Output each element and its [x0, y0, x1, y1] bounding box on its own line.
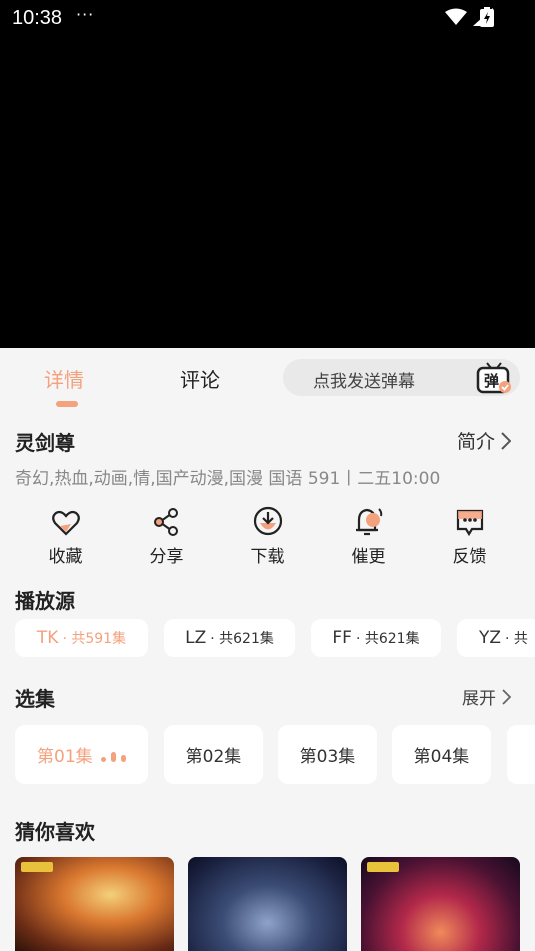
episode-label: 第03集 — [299, 747, 356, 767]
intro-label: 简介 — [456, 431, 495, 453]
favorite-button[interactable]: 收藏 — [15, 500, 116, 567]
episode-item[interactable]: 第03集 — [278, 725, 377, 784]
status-time: 10:38 — [12, 7, 63, 29]
episode-item[interactable] — [507, 725, 535, 784]
danmu-tv-icon[interactable]: 弹 — [476, 361, 512, 395]
bell-icon — [355, 508, 382, 536]
urge-update-button[interactable]: 催更 — [318, 500, 419, 567]
episodes-title: 选集 — [15, 687, 55, 711]
recommend-title: 猜你喜欢 — [15, 820, 95, 844]
tab-comment[interactable]: 评论 — [180, 364, 220, 393]
expand-episodes-button[interactable]: 展开 — [462, 684, 511, 709]
source-code: LZ — [185, 628, 207, 648]
source-item-ff[interactable]: FF · 共621集 — [311, 619, 441, 657]
source-count: · 共 — [505, 631, 528, 647]
favorite-label: 收藏 — [48, 547, 83, 567]
download-label: 下载 — [250, 547, 285, 567]
recommend-card[interactable] — [188, 857, 347, 951]
share-label: 分享 — [149, 547, 184, 567]
recommend-card[interactable] — [15, 857, 174, 951]
episode-label: 第04集 — [413, 747, 470, 767]
status-dots: ··· — [76, 5, 95, 24]
episode-label: 第02集 — [185, 747, 242, 767]
recommend-card[interactable] — [361, 857, 520, 951]
tab-active-indicator — [56, 401, 78, 407]
heart-icon — [51, 510, 80, 536]
danmu-input[interactable]: 点我发送弹幕 弹 — [283, 359, 520, 396]
feedback-label: 反馈 — [452, 547, 487, 567]
status-bar: 10:38 ··· — [0, 0, 535, 38]
episode-item[interactable]: 第02集 — [164, 725, 263, 784]
source-code: FF — [332, 628, 352, 648]
episode-list: 第01集 第02集 第03集 第04集 — [0, 725, 535, 785]
urge-update-label: 催更 — [351, 547, 386, 567]
source-list: TK · 共591集 LZ · 共621集 FF · 共621集 YZ · 共 — [0, 619, 535, 659]
platform-badge — [367, 862, 399, 872]
source-item-lz[interactable]: LZ · 共621集 — [164, 619, 295, 657]
source-count: · 共621集 — [210, 631, 274, 647]
show-title: 灵剑尊 — [15, 431, 75, 455]
action-row: 收藏 分享 下载 催更 反馈 — [15, 500, 520, 570]
chevron-right-icon — [501, 431, 511, 450]
recommend-list — [0, 857, 535, 951]
sources-title: 播放源 — [15, 589, 75, 613]
expand-label: 展开 — [462, 689, 496, 709]
source-item-tk[interactable]: TK · 共591集 — [15, 619, 148, 657]
share-button[interactable]: 分享 — [116, 500, 217, 567]
download-button[interactable]: 下载 — [217, 500, 318, 567]
source-count: · 共621集 — [355, 631, 420, 647]
chevron-right-icon — [502, 688, 511, 705]
share-icon — [153, 508, 178, 536]
show-meta: 奇幻,热血,动画,情,国产动漫,国漫 国语 591丨二五10:00 — [15, 469, 441, 489]
episode-label: 第01集 — [37, 747, 93, 767]
battery-icon — [480, 7, 494, 27]
tab-detail[interactable]: 详情 — [44, 364, 84, 393]
source-code: TK — [36, 628, 59, 648]
episode-item[interactable]: 第01集 — [15, 725, 148, 784]
download-icon — [253, 506, 282, 536]
source-item-yz[interactable]: YZ · 共 — [457, 619, 535, 657]
source-count: · 共591集 — [62, 631, 127, 647]
source-code: YZ — [479, 628, 502, 648]
video-player[interactable] — [0, 0, 535, 348]
feedback-button[interactable]: 反馈 — [419, 500, 520, 567]
danmu-placeholder: 点我发送弹幕 — [313, 372, 415, 392]
intro-link[interactable]: 简介 — [457, 427, 511, 454]
platform-badge — [21, 862, 53, 872]
wifi-icon — [445, 8, 467, 25]
playing-indicator-icon — [100, 748, 126, 762]
feedback-icon — [456, 509, 483, 536]
episode-item[interactable]: 第04集 — [392, 725, 491, 784]
danmu-icon-text: 弹 — [484, 372, 500, 390]
